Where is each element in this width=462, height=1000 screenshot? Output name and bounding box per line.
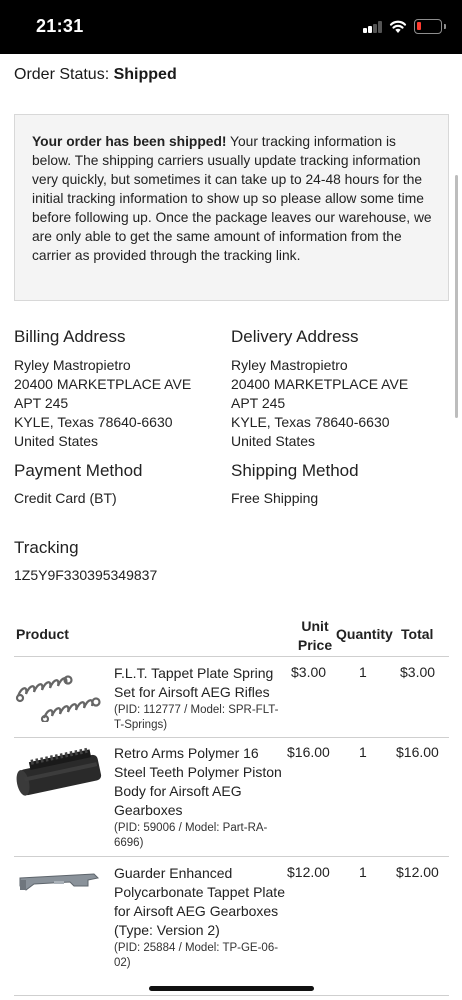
battery-level bbox=[417, 22, 421, 30]
product-meta: (PID: 112777 / Model: SPR-FLT-T-Springs) bbox=[114, 704, 279, 731]
delivery-line: United States bbox=[231, 433, 316, 449]
cellular-signal-icon bbox=[363, 21, 383, 33]
header-divider bbox=[14, 656, 449, 657]
col-header-price: Price bbox=[297, 637, 333, 653]
row-divider bbox=[14, 995, 449, 996]
delivery-address: Ryley Mastropietro 20400 MARKETPLACE AVE… bbox=[231, 356, 408, 451]
delivery-line: Ryley Mastropietro bbox=[231, 357, 348, 373]
delivery-address-heading: Delivery Address bbox=[231, 327, 359, 346]
billing-address-heading: Billing Address bbox=[14, 327, 126, 346]
tracking-heading: Tracking bbox=[14, 538, 79, 557]
billing-line: Ryley Mastropietro bbox=[14, 357, 131, 373]
row-divider bbox=[14, 737, 449, 738]
spring-icon bbox=[15, 675, 101, 722]
order-status-label: Order Status: bbox=[14, 66, 110, 83]
unit-price: $16.00 bbox=[287, 744, 330, 760]
payment-method-heading: Payment Method bbox=[14, 461, 143, 480]
col-header-unit: Unit bbox=[301, 618, 329, 634]
tracking-number[interactable]: 1Z5Y9F330395349837 bbox=[14, 567, 157, 583]
product-title[interactable]: Retro Arms Polymer 16 Steel Teeth Polyme… bbox=[114, 744, 286, 820]
product-meta: (PID: 25884 / Model: TP-GE-06-02) bbox=[114, 942, 279, 969]
shipped-notice: Your order has been shipped! Your tracki… bbox=[14, 114, 449, 301]
battery-icon bbox=[414, 19, 446, 34]
status-time: 21:31 bbox=[36, 16, 84, 36]
row-divider bbox=[14, 856, 449, 857]
delivery-line: 20400 MARKETPLACE AVE bbox=[231, 376, 409, 392]
home-indicator[interactable] bbox=[149, 986, 314, 991]
row-total: $16.00 bbox=[396, 744, 439, 760]
col-header-total: Total bbox=[401, 626, 434, 642]
product-name[interactable]: Retro Arms Polymer 16 Steel Teeth Polyme… bbox=[114, 744, 286, 851]
delivery-line: APT 245 bbox=[231, 395, 286, 411]
status-bar: 21:31 bbox=[0, 0, 462, 54]
quantity: 1 bbox=[359, 864, 367, 880]
order-status: Order Status: Shipped bbox=[14, 66, 177, 84]
product-meta: (PID: 59006 / Model: Part-RA-6696) bbox=[114, 822, 268, 849]
col-header-product: Product bbox=[16, 626, 69, 642]
piston-icon bbox=[16, 747, 102, 796]
product-title[interactable]: F.L.T. Tappet Plate Spring Set for Airso… bbox=[114, 664, 286, 702]
row-total: $3.00 bbox=[400, 664, 436, 680]
payment-method-value: Credit Card (BT) bbox=[14, 490, 117, 506]
billing-line: United States bbox=[14, 433, 99, 449]
row-total: $12.00 bbox=[396, 864, 439, 880]
product-title[interactable]: Guarder Enhanced Polycarbonate Tappet Pl… bbox=[114, 864, 286, 940]
product-name[interactable]: Guarder Enhanced Polycarbonate Tappet Pl… bbox=[114, 864, 286, 971]
notice-lead: Your order has been shipped! bbox=[32, 134, 227, 149]
shipping-method-value: Free Shipping bbox=[231, 490, 319, 506]
unit-price: $3.00 bbox=[291, 664, 327, 680]
order-status-value: Shipped bbox=[113, 66, 177, 83]
wifi-icon bbox=[389, 20, 407, 33]
delivery-line: KYLE, Texas 78640-6630 bbox=[231, 414, 390, 430]
billing-line: KYLE, Texas 78640-6630 bbox=[14, 414, 173, 430]
notice-body: Your tracking information is below. The … bbox=[32, 134, 432, 263]
billing-line: 20400 MARKETPLACE AVE bbox=[14, 376, 192, 392]
shipping-method-heading: Shipping Method bbox=[231, 461, 359, 480]
tappet-plate-icon bbox=[19, 873, 100, 891]
col-header-unit-price: Unit Price bbox=[290, 617, 340, 655]
billing-line: APT 245 bbox=[14, 395, 69, 411]
billing-address: Ryley Mastropietro 20400 MARKETPLACE AVE… bbox=[14, 356, 191, 451]
quantity: 1 bbox=[359, 744, 367, 760]
col-header-quantity: Quantity bbox=[336, 626, 393, 642]
product-name[interactable]: F.L.T. Tappet Plate Spring Set for Airso… bbox=[114, 664, 286, 733]
quantity: 1 bbox=[359, 664, 367, 680]
unit-price: $12.00 bbox=[287, 864, 330, 880]
scroll-indicator[interactable] bbox=[455, 175, 458, 418]
